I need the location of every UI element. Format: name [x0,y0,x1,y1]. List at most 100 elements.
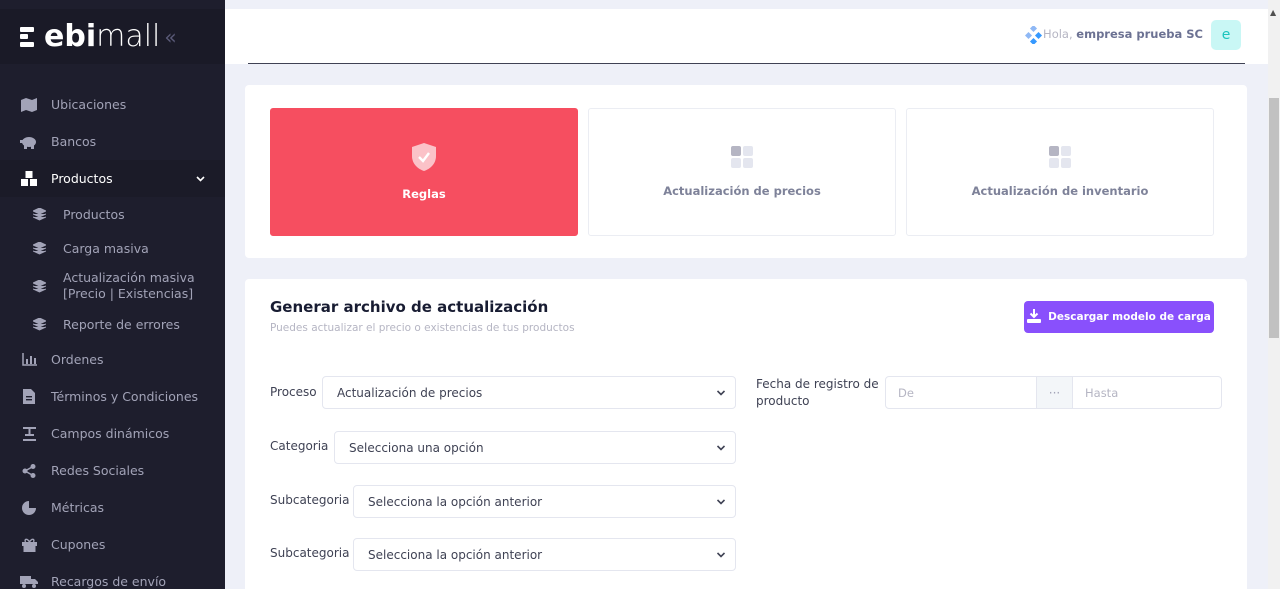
proceso-select[interactable]: Actualización de precios [322,376,736,409]
sidebar-item-label: Métricas [51,500,105,515]
sidebar-item-metricas[interactable]: Métricas [0,489,225,526]
header-divider [248,63,1245,64]
brand-logo[interactable]: ebimall [44,21,160,52]
chevron-down-icon [196,172,205,185]
sidebar-subitem-carga-masiva[interactable]: Carga masiva [0,231,225,265]
chevron-down-icon [717,445,725,451]
categoria-value: Selecciona una opción [349,440,484,455]
download-label: Descargar modelo de carga [1048,311,1211,323]
date-range-separator: ··· [1036,377,1073,408]
sidebar-item-label: Términos y Condiciones [51,389,199,404]
form-title: Generar archivo de actualización [270,298,549,316]
brand-bar: ebimall « [0,9,225,64]
tile-actualizacion-inventario[interactable]: Actualización de inventario [906,108,1214,236]
update-file-form-card: Generar archivo de actualización Puedes … [245,279,1247,589]
sidebar-item-recargos[interactable]: Recargos de envío [0,563,225,589]
proceso-label: Proceso [270,385,317,399]
scrollbar-thumb[interactable] [1269,98,1279,338]
fecha-registro-label: Fecha de registro de producto [756,376,879,410]
sidebar-item-productos[interactable]: Productos [0,160,225,197]
sidebar-item-label: Campos dinámicos [51,426,170,441]
layers-icon [33,207,47,221]
proceso-value: Actualización de precios [337,385,483,400]
page-scrollbar[interactable]: ▲ [1268,0,1280,589]
user-greeting[interactable]: Hola, empresa prueba SC [1043,27,1203,41]
bar-chart-icon [20,351,38,369]
download-icon [1027,308,1042,326]
subcategoria-select[interactable]: Selecciona la opción anterior [353,485,736,518]
piggy-bank-icon [20,133,38,151]
tile-label: Reglas [402,187,446,201]
subcategoria-label: Subcategoria [270,493,350,507]
tile-label: Actualización de inventario [971,184,1149,198]
share-icon [20,462,38,480]
form-subtitle: Puedes actualizar el precio o existencia… [270,322,575,334]
sidebar-subitem-label: Actualización masiva [Precio | Existencia… [63,270,195,302]
fecha-label-line-1: Fecha de registro de [756,377,879,391]
layers-icon [33,279,47,293]
label-line-2: [Precio | Existencias] [63,286,194,301]
subcategoria-2-value: Selecciona la opción anterior [368,547,543,562]
gift-icon [20,536,38,554]
layers-icon [33,317,47,331]
sidebar-item-cupones[interactable]: Cupones [0,526,225,563]
chevron-down-icon [717,552,725,558]
avatar[interactable]: e [1211,20,1241,50]
sidebar-item-ubicaciones[interactable]: Ubicaciones [0,86,225,123]
scroll-up-icon[interactable]: ▲ [1270,8,1276,17]
tile-reglas[interactable]: Reglas [270,108,578,236]
label-line-1: Actualización masiva [63,270,195,285]
sidebar-item-ordenes[interactable]: Ordenes [0,341,225,378]
categoria-label: Categoria [270,439,329,453]
sidebar-subitem-actualizacion-masiva[interactable]: Actualización masiva [Precio | Existencia… [0,265,225,307]
map-icon [20,96,38,114]
mode-selector-card: Reglas Actualización de precios Actualiz… [245,85,1247,258]
boxes-icon [20,170,38,188]
grid-icon [1049,146,1071,172]
sidebar-item-label: Ordenes [51,352,104,367]
sidebar-subitem-label: Productos [63,206,125,222]
subcategoria-value: Selecciona la opción anterior [368,494,543,509]
fecha-label-line-2: producto [756,394,810,408]
shield-check-icon [412,143,436,175]
chevron-down-icon [717,499,725,505]
sidebar-item-label: Recargos de envío [51,574,167,589]
sidebar-subitem-label: Carga masiva [63,240,149,256]
date-to-input[interactable]: Hasta [1073,377,1221,408]
sidebar: ebimall « Ubicaciones Bancos Productos P… [0,0,225,589]
chevron-down-icon [717,390,725,396]
tile-label: Actualización de precios [663,184,821,198]
truck-icon [20,573,38,589]
sidebar-subitem-reporte-errores[interactable]: Reporte de errores [0,307,225,341]
categoria-select[interactable]: Selecciona una opción [334,431,736,464]
header: Hola, empresa prueba SC e [225,9,1268,64]
sidebar-item-label: Ubicaciones [51,97,127,112]
sidebar-item-campos[interactable]: Campos dinámicos [0,415,225,452]
date-range-input: De ··· Hasta [885,376,1222,409]
date-from-input[interactable]: De [886,377,1036,408]
download-template-button[interactable]: Descargar modelo de carga [1024,301,1214,333]
tile-actualizacion-precios[interactable]: Actualización de precios [588,108,896,236]
sidebar-item-redes[interactable]: Redes Sociales [0,452,225,489]
collapse-sidebar-icon[interactable]: « [164,25,176,49]
sidebar-item-terminos[interactable]: Términos y Condiciones [0,378,225,415]
apps-icon[interactable] [1024,24,1043,46]
sidebar-subitem-productos[interactable]: Productos [0,197,225,231]
sidebar-subitem-label: Reporte de errores [63,316,180,332]
greeting-text: Hola, [1043,27,1073,41]
sidebar-item-label: Cupones [51,537,106,552]
subcategoria-2-select[interactable]: Selecciona la opción anterior [353,538,736,571]
document-icon [20,388,38,406]
sidebar-item-label: Bancos [51,134,97,149]
subcategoria-2-label: Subcategoria [270,546,350,560]
brand-logo-icon [20,26,40,47]
grid-icon [731,146,753,172]
pie-chart-icon [20,499,38,517]
user-name: empresa prueba SC [1076,27,1203,41]
sidebar-menu: Ubicaciones Bancos Productos Productos C… [0,86,225,589]
sidebar-item-label: Productos [51,171,113,186]
text-format-icon [20,425,38,443]
layers-icon [33,241,47,255]
sidebar-item-bancos[interactable]: Bancos [0,123,225,160]
sidebar-item-label: Redes Sociales [51,463,145,478]
